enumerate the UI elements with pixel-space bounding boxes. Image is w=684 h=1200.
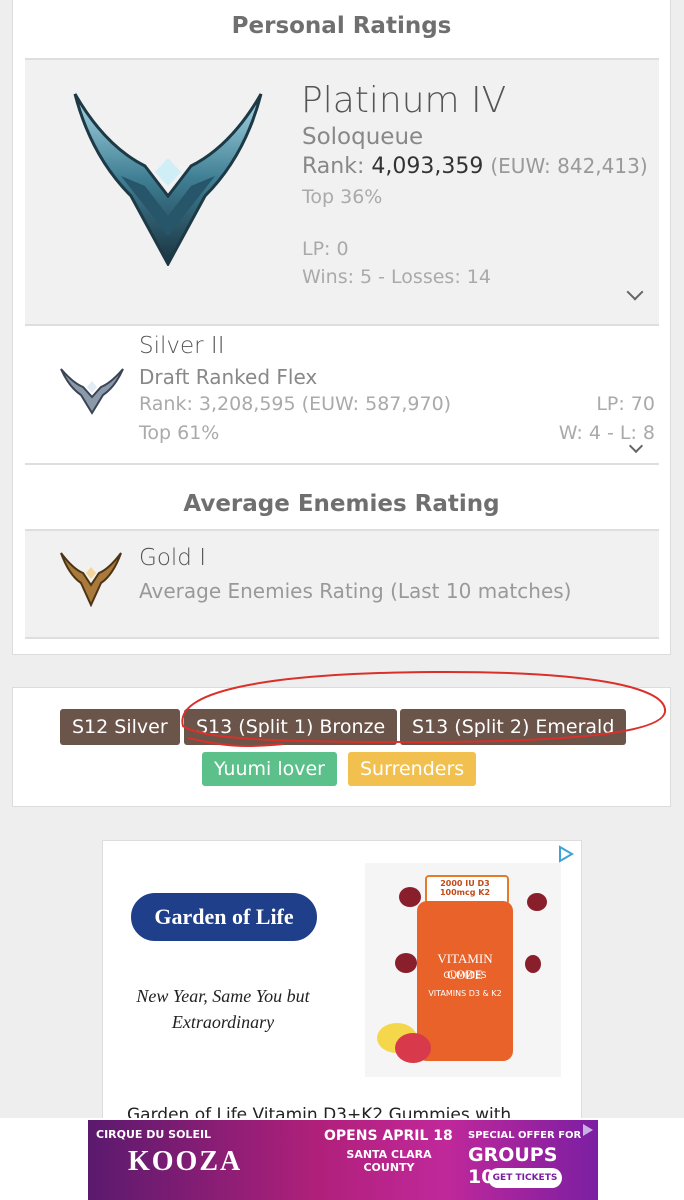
flex-queue: Draft Ranked Flex — [139, 365, 318, 389]
flex-rank: Rank: 3,208,595 (EUW: 587,970) — [139, 393, 451, 415]
flex-region-rank: (EUW: 587,970) — [301, 393, 452, 415]
region-rank: (EUW: 842,413) — [490, 154, 648, 178]
avg-desc: Average Enemies Rating (Last 10 matches) — [139, 579, 572, 603]
product-image: 2000 IU D3 100mcg K2 VITAMIN CODE GUMMIE… — [365, 863, 561, 1077]
soloqueue-lp: LP: 0 — [302, 238, 349, 260]
flex-card[interactable]: Silver II Draft Ranked Flex Rank: 3,208,… — [25, 327, 659, 463]
get-tickets-button[interactable]: GET TICKETS — [488, 1168, 562, 1188]
adchoices-icon[interactable] — [580, 1122, 596, 1138]
banner-place: SANTA CLARA COUNTY — [346, 1148, 432, 1174]
bottom-banner-ad[interactable]: CIRQUE DU SOLEIL KOOZA OPENS APRIL 18 SA… — [88, 1120, 598, 1200]
gold-emblem-icon — [60, 552, 122, 607]
flex-lp: LP: 70 — [596, 393, 655, 415]
red-annotation-ellipse — [181, 670, 667, 747]
product-top-text: 2000 IU D3 100mcg K2 — [439, 879, 491, 897]
soloqueue-rank: Rank: 4,093,359 (EUW: 842,413) — [302, 154, 648, 179]
banner-opens: OPENS APRIL 18 — [324, 1128, 453, 1144]
ad-slogan: New Year, Same You but Extraordinary — [136, 986, 310, 1032]
chevron-down-icon[interactable] — [626, 283, 644, 301]
tag-s12-silver[interactable]: S12 Silver — [60, 709, 180, 745]
rank-label: Rank: — [302, 154, 365, 179]
soloqueue-record: Wins: 5 - Losses: 14 — [302, 266, 491, 288]
adchoices-icon[interactable] — [557, 845, 575, 863]
brand-logo: Garden of Life — [131, 893, 317, 941]
banner-show: KOOZA — [128, 1146, 243, 1177]
banner-brand: CIRQUE DU SOLEIL — [96, 1128, 212, 1141]
advertisement[interactable]: Garden of Life New Year, Same You but Ex… — [102, 840, 582, 1140]
banner-offer: SPECIAL OFFER FOR — [468, 1130, 582, 1141]
silver-emblem-icon — [60, 368, 124, 415]
rank-value: 4,093,359 — [371, 154, 484, 179]
soloqueue-card[interactable]: Platinum IV Soloqueue Rank: 4,093,359 (E… — [25, 58, 659, 326]
personal-ratings-panel: Personal Ratings Platinum IV Soloqueue R… — [12, 0, 671, 655]
soloqueue-top: Top 36% — [302, 186, 383, 208]
soloqueue-queue: Soloqueue — [302, 124, 424, 150]
flex-top: Top 61% — [139, 422, 220, 444]
product-vit: VITAMINS D3 & K2 — [428, 989, 502, 998]
flex-tier: Silver II — [139, 333, 225, 359]
flex-record: W: 4 - L: 8 — [558, 422, 655, 444]
product-sub: GUMMIES — [443, 971, 487, 981]
divider — [25, 463, 659, 465]
platinum-emblem-icon — [73, 93, 263, 266]
flex-rank-value: Rank: 3,208,595 — [139, 393, 296, 415]
soloqueue-tier: Platinum IV — [301, 80, 507, 121]
average-enemies-title: Average Enemies Rating — [183, 491, 500, 517]
tags-panel: S12 Silver S13 (Split 1) Bronze S13 (Spl… — [12, 670, 671, 807]
personal-ratings-title: Personal Ratings — [231, 13, 452, 39]
avg-tier: Gold I — [139, 545, 206, 571]
average-enemies-card: Gold I Average Enemies Rating (Last 10 m… — [25, 529, 659, 639]
